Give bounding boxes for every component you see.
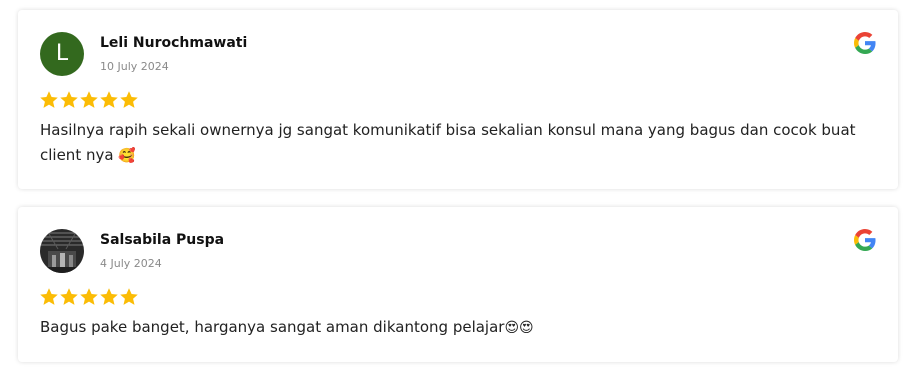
star-rating — [39, 287, 139, 309]
review-text: Hasilnya rapih sekali ownernya jg sangat… — [40, 118, 880, 169]
star-icon — [99, 287, 119, 307]
review-text: Bagus pake banget, harganya sangat aman … — [40, 315, 880, 341]
star-icon — [99, 90, 119, 110]
avatar: L — [40, 32, 84, 76]
star-icon — [119, 287, 139, 307]
star-icon — [39, 90, 59, 110]
review-body: Bagus pake banget, harganya sangat aman … — [40, 318, 505, 336]
google-icon — [854, 229, 876, 251]
review-date: 4 July 2024 — [100, 257, 162, 270]
review-card: L Leli Nurochmawati 10 July 2024 Hasilny… — [18, 10, 898, 189]
review-card: Salsabila Puspa 4 July 2024 Bagus pake b… — [18, 207, 898, 362]
review-body: Hasilnya rapih sekali ownernya jg sangat… — [40, 121, 856, 164]
star-rating — [39, 90, 139, 112]
star-icon — [79, 90, 99, 110]
star-icon — [59, 287, 79, 307]
star-icon — [59, 90, 79, 110]
star-icon — [119, 90, 139, 110]
review-date: 10 July 2024 — [100, 60, 169, 73]
emoji: 😍😍 — [504, 320, 534, 336]
author-name: Leli Nurochmawati — [100, 35, 248, 51]
avatar — [40, 229, 84, 273]
star-icon — [39, 287, 59, 307]
author-name: Salsabila Puspa — [100, 232, 225, 248]
star-icon — [79, 287, 99, 307]
emoji: 🥰 — [118, 148, 136, 164]
google-icon — [854, 32, 876, 54]
